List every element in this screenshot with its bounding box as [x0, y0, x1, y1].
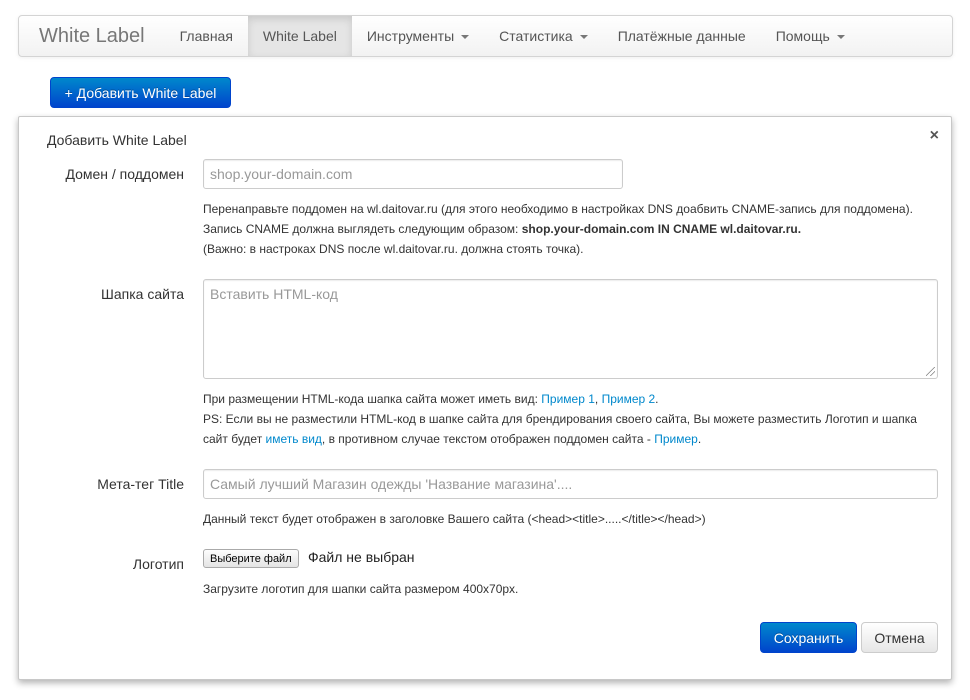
domain-label: Домен / поддомен: [65, 166, 184, 182]
example-1-link[interactable]: Пример 1: [541, 392, 595, 406]
header-placeholder: Вставить HTML-код: [210, 286, 338, 302]
header-help-line1-suffix: .: [655, 392, 659, 406]
domain-help-line2-prefix: Запись CNAME должна выглядеть следующим …: [203, 222, 522, 236]
save-button[interactable]: Сохранить: [760, 622, 857, 653]
cname-example: shop.your-domain.com IN CNAME wl.daitova…: [521, 222, 802, 236]
header-help-line1-prefix: При размещении HTML-кода шапка сайта мож…: [203, 392, 542, 406]
domain-help-line2: Запись CNAME должна выглядеть следующим …: [203, 219, 913, 239]
nav-item-label: White Label: [262, 28, 337, 44]
caret-down-icon: [461, 34, 470, 39]
brand-logo[interactable]: White Label: [19, 16, 165, 56]
navbar: White Label Главная White Label Инструме…: [18, 15, 953, 57]
nav-item-payment[interactable]: Платёжные данные: [603, 16, 761, 56]
nav-item-white-label[interactable]: White Label: [247, 16, 352, 56]
example-2-link[interactable]: Пример 2: [602, 392, 656, 406]
header-help-line3-middle: , в противном случае текстом отображен п…: [321, 432, 655, 446]
header-help-line1: При размещении HTML-кода шапка сайта мож…: [203, 389, 917, 409]
meta-title-input[interactable]: Самый лучший Магазин одежды 'Название ма…: [203, 469, 938, 499]
header-help-line3: сайт будет иметь вид, в противном случае…: [203, 429, 917, 449]
example-link[interactable]: Пример: [654, 432, 698, 446]
resize-handle-icon[interactable]: [926, 367, 935, 376]
meta-title-label: Мета-тег Title: [97, 476, 184, 492]
nav-item-label: Главная: [179, 28, 233, 44]
nav-item-statistics[interactable]: Статистика: [484, 16, 603, 56]
domain-help: Перенаправьте поддомен на wl.daitovar.ru…: [203, 199, 913, 259]
cancel-button[interactable]: Отмена: [861, 622, 938, 653]
nav-item-label: Инструменты: [366, 28, 455, 44]
caret-down-icon: [836, 34, 845, 39]
domain-help-line3: (Важно: в настроках DNS после wl.daitova…: [203, 242, 584, 256]
header-help: При размещении HTML-кода шапка сайта мож…: [203, 389, 917, 449]
header-html-textarea[interactable]: Вставить HTML-код: [203, 279, 938, 379]
header-label: Шапка сайта: [101, 286, 184, 302]
view-link[interactable]: иметь вид: [266, 432, 322, 446]
add-white-label-button[interactable]: + Добавить White Label: [50, 77, 231, 108]
logo-label: Логотип: [132, 556, 184, 572]
nav-item-label: Помощь: [775, 28, 830, 44]
close-icon[interactable]: ×: [930, 127, 939, 145]
modal-title: Добавить White Label: [47, 132, 187, 148]
nav-item-tools[interactable]: Инструменты: [352, 16, 484, 56]
nav-item-help[interactable]: Помощь: [761, 16, 860, 56]
domain-input[interactable]: shop.your-domain.com: [203, 159, 623, 189]
domain-help-line1: Перенаправьте поддомен на wl.daitovar.ru…: [203, 202, 913, 216]
example-separator: ,: [594, 392, 602, 406]
choose-file-button[interactable]: Выберите файл: [203, 549, 299, 568]
file-status: Файл не выбран: [308, 549, 415, 565]
header-help-line2: PS: Если вы не разместили HTML-код в шап…: [203, 412, 917, 426]
header-help-line3-suffix: .: [697, 432, 702, 446]
nav-item-label: Статистика: [499, 28, 573, 44]
meta-title-help: Данный текст будет отображен в заголовке…: [203, 512, 706, 526]
caret-down-icon: [579, 34, 588, 39]
nav-item-home[interactable]: Главная: [165, 16, 248, 56]
main-nav: Главная White Label Инструменты Статисти…: [165, 16, 860, 56]
add-white-label-modal: Добавить White Label × Домен / поддомен …: [18, 116, 952, 680]
header-help-line3-prefix: сайт будет: [203, 432, 266, 446]
logo-help: Загрузите логотип для шапки сайта размер…: [203, 582, 519, 596]
nav-item-label: Платёжные данные: [617, 28, 746, 44]
